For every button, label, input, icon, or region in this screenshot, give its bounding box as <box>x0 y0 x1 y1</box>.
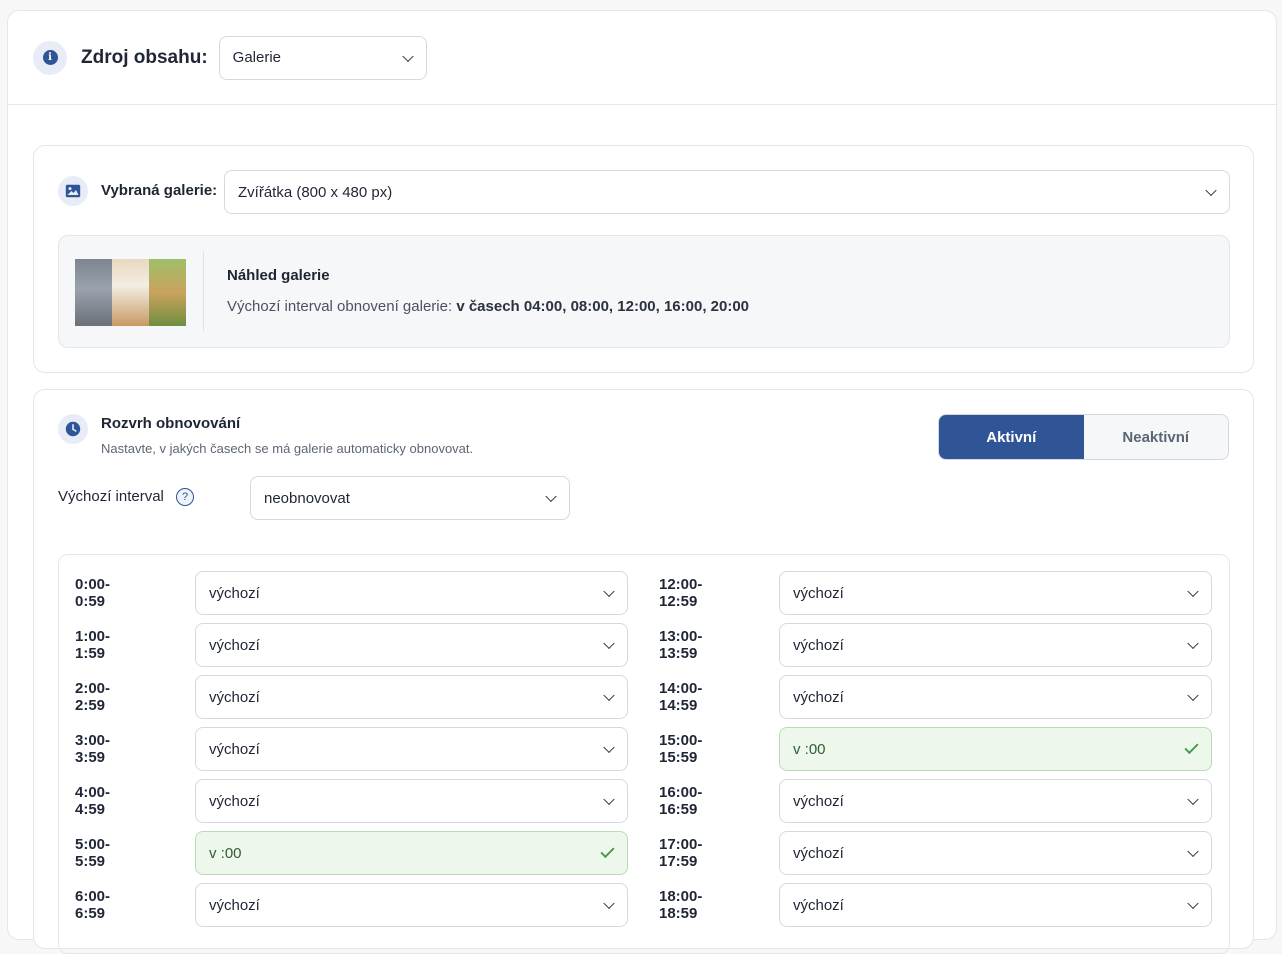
hour-interval-select[interactable]: výchozí <box>779 571 1212 615</box>
info-icon: i <box>33 40 67 75</box>
preview-title: Náhled galerie <box>227 267 330 284</box>
hourly-schedule-grid: 0:00-0:59 výchozí 1:00-1:59 výchozí 2:00-2:5… <box>58 554 1230 954</box>
selected-gallery-label: Vybraná galerie: <box>101 182 218 199</box>
chevron-down-icon <box>1187 897 1199 910</box>
hour-range-label: 15:00-15:59 <box>659 732 703 766</box>
hour-range-label: 0:00-0:59 <box>75 576 111 610</box>
hour-interval-value: výchozí <box>209 688 260 706</box>
hour-interval-value: výchozí <box>793 844 844 862</box>
default-interval-value: neobnovovat <box>264 489 350 507</box>
gallery-select-value: Zvířátka (800 x 480 px) <box>238 183 393 201</box>
chevron-down-icon <box>1187 689 1199 702</box>
schedule-title: Rozvrh obnovování <box>101 415 241 432</box>
help-icon[interactable]: ? <box>176 488 195 507</box>
hour-interval-value: výchozí <box>793 688 844 706</box>
hour-interval-value: výchozí <box>793 792 844 810</box>
hour-interval-select[interactable]: v :00 <box>195 831 628 875</box>
hour-interval-select[interactable]: výchozí <box>195 727 628 771</box>
schedule-subtitle: Nastavte, v jakých časech se má galerie … <box>101 441 474 456</box>
check-icon <box>1184 739 1199 755</box>
default-interval-select[interactable]: neobnovovat <box>250 476 570 520</box>
content-source-select[interactable]: Galerie <box>218 35 427 80</box>
hour-interval-value: výchozí <box>209 896 260 914</box>
hour-range-label: 12:00-12:59 <box>659 576 703 610</box>
content-source-label: Zdroj obsahu: <box>81 46 208 68</box>
gallery-preview: Náhled galerie Výchozí interval obnovení… <box>58 235 1230 348</box>
default-interval-label: Výchozí interval <box>58 488 164 505</box>
schedule-section: Rozvrh obnovování Nastavte, v jakých čas… <box>33 389 1254 954</box>
content-source-value: Galerie <box>232 49 282 66</box>
chevron-down-icon <box>1205 184 1217 197</box>
preview-interval-value: v časech 04:00, 08:00, 12:00, 16:00, 20:… <box>456 298 750 315</box>
hour-interval-value: v :00 <box>793 740 826 758</box>
hour-range-label: 6:00-6:59 <box>75 888 111 922</box>
content-card: i Zdroj obsahu: Galerie Vybraná galerie:… <box>7 10 1277 954</box>
content-source-header: i Zdroj obsahu: Galerie <box>8 11 1276 105</box>
chevron-down-icon <box>1187 637 1199 650</box>
preview-interval: Výchozí interval obnovení galerie: v čas… <box>227 298 749 315</box>
chevron-down-icon <box>1187 845 1199 858</box>
hour-interval-select[interactable]: výchozí <box>195 675 628 719</box>
chevron-down-icon <box>545 490 557 503</box>
hour-interval-select[interactable]: výchozí <box>779 675 1212 719</box>
chevron-down-icon <box>603 741 615 754</box>
chevron-down-icon <box>603 897 615 910</box>
chevron-down-icon <box>603 689 615 702</box>
chevron-down-icon <box>1187 793 1199 806</box>
hour-interval-value: výchozí <box>209 636 260 654</box>
hour-interval-select[interactable]: výchozí <box>195 571 628 615</box>
hour-interval-select[interactable]: výchozí <box>779 883 1212 927</box>
hour-interval-select[interactable]: výchozí <box>195 779 628 823</box>
hour-interval-value: výchozí <box>793 896 844 914</box>
schedule-toggle: Aktivní Neaktivní <box>938 414 1229 460</box>
hour-interval-value: v :00 <box>209 844 242 862</box>
hour-interval-value: výchozí <box>793 584 844 602</box>
hour-interval-value: výchozí <box>209 584 260 602</box>
clock-icon <box>58 414 88 444</box>
hour-range-label: 5:00-5:59 <box>75 836 111 870</box>
toggle-active-button[interactable]: Aktivní <box>939 415 1084 459</box>
hour-interval-select[interactable]: výchozí <box>195 623 628 667</box>
preview-interval-prefix: Výchozí interval obnovení galerie: <box>227 298 457 315</box>
chevron-down-icon <box>603 793 615 806</box>
hour-interval-select[interactable]: výchozí <box>779 623 1212 667</box>
hour-interval-select[interactable]: výchozí <box>779 779 1212 823</box>
image-icon <box>58 176 88 206</box>
hour-interval-select[interactable]: výchozí <box>779 831 1212 875</box>
hour-range-label: 3:00-3:59 <box>75 732 111 766</box>
chevron-down-icon <box>1187 585 1199 598</box>
hour-interval-value: výchozí <box>209 740 260 758</box>
hour-interval-select[interactable]: v :00 <box>779 727 1212 771</box>
hour-range-label: 16:00-16:59 <box>659 784 703 818</box>
gallery-thumbnail <box>75 259 186 326</box>
default-interval-row: Výchozí interval ? <box>58 488 195 507</box>
hour-interval-value: výchozí <box>793 636 844 654</box>
gallery-section: Vybraná galerie: Zvířátka (800 x 480 px)… <box>33 145 1254 373</box>
hour-range-label: 2:00-2:59 <box>75 680 111 714</box>
hour-range-label: 17:00-17:59 <box>659 836 703 870</box>
hour-range-label: 13:00-13:59 <box>659 628 703 662</box>
hour-range-label: 14:00-14:59 <box>659 680 703 714</box>
preview-divider <box>203 251 204 331</box>
hour-interval-value: výchozí <box>209 792 260 810</box>
hour-range-label: 4:00-4:59 <box>75 784 111 818</box>
chevron-down-icon <box>401 50 414 62</box>
toggle-inactive-button[interactable]: Neaktivní <box>1084 415 1229 459</box>
chevron-down-icon <box>603 637 615 650</box>
check-icon <box>600 843 615 859</box>
hour-range-label: 18:00-18:59 <box>659 888 703 922</box>
hour-interval-select[interactable]: výchozí <box>195 883 628 927</box>
gallery-select[interactable]: Zvířátka (800 x 480 px) <box>224 170 1230 214</box>
chevron-down-icon <box>603 585 615 598</box>
hour-range-label: 1:00-1:59 <box>75 628 111 662</box>
